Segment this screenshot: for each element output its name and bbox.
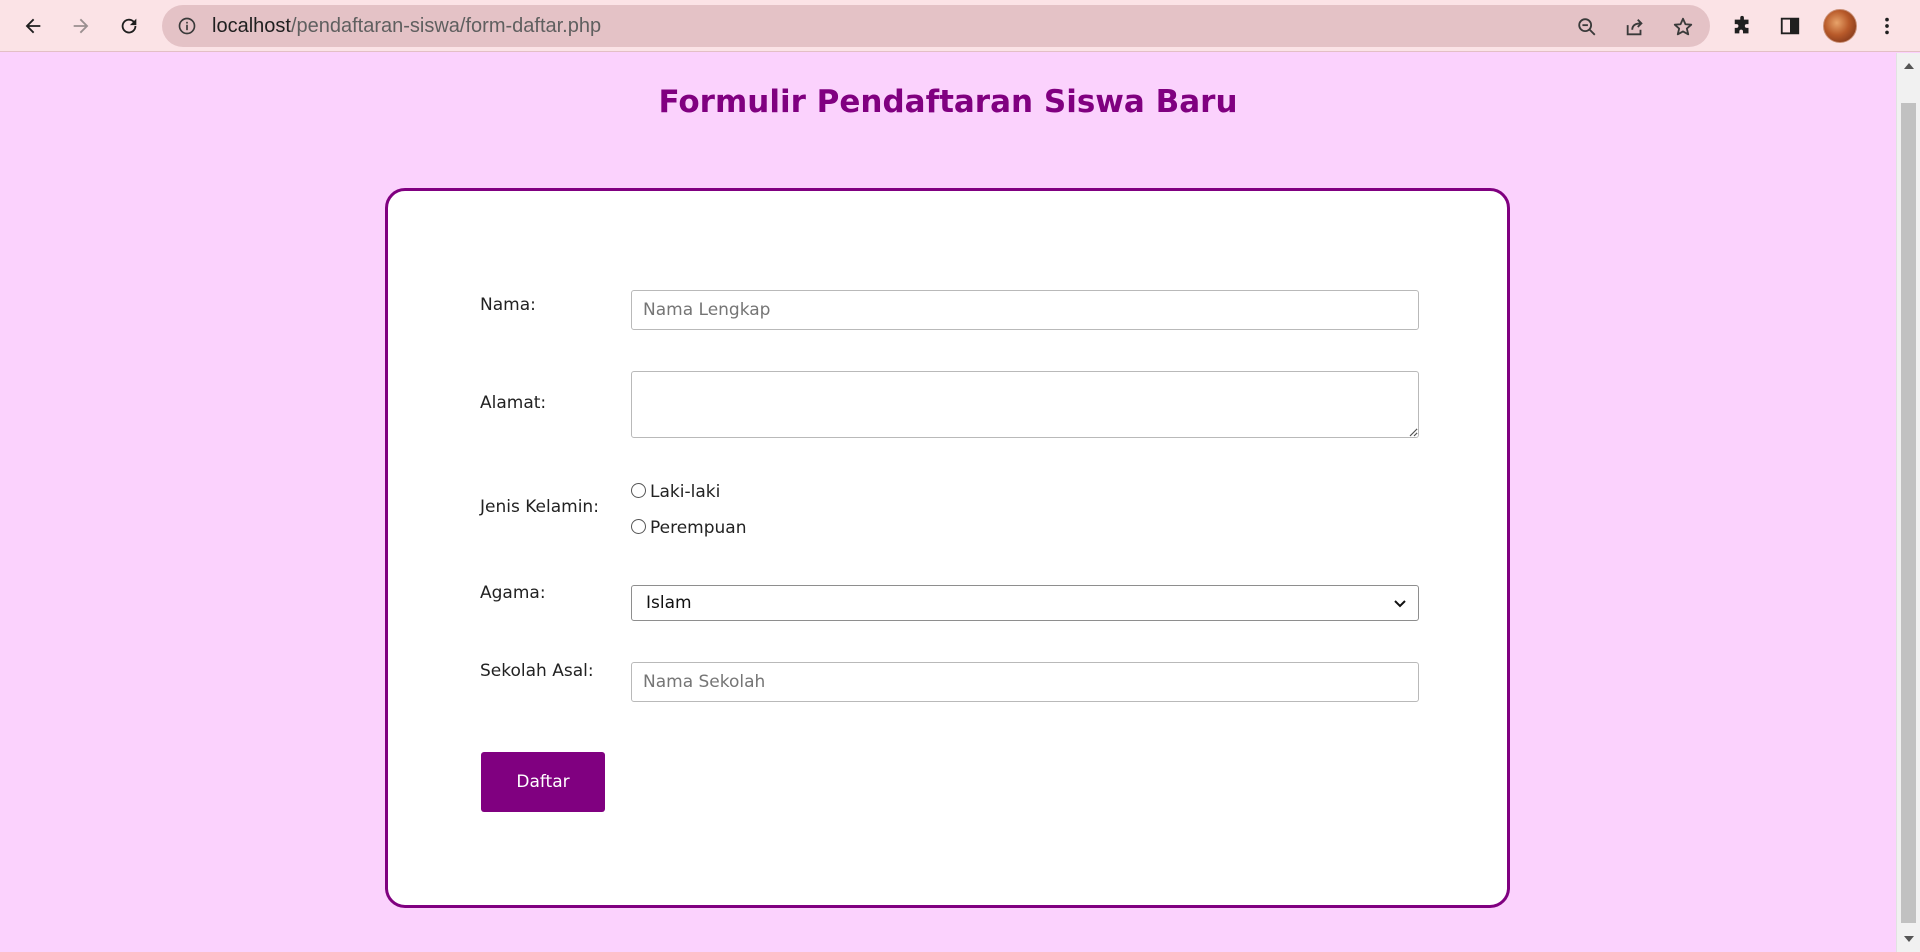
scroll-down-icon[interactable] [1904,936,1914,942]
agama-label: Agama: [480,583,546,603]
vertical-scrollbar[interactable] [1896,53,1920,952]
browser-toolbar: localhost/pendaftaran-siswa/form-daftar.… [0,0,1920,52]
page-title: Formulir Pendaftaran Siswa Baru [658,84,1238,120]
daftar-button[interactable]: Daftar [481,752,605,812]
agama-selected-value: Islam [646,593,692,613]
nama-label: Nama: [480,295,536,315]
radio-circle-icon[interactable] [631,518,646,534]
agama-select[interactable]: Islam [631,585,1419,621]
chevron-down-icon [1394,600,1406,608]
url-path: /pendaftaran-siswa/form-daftar.php [290,15,602,37]
site-info-icon[interactable] [176,15,198,37]
address-bar[interactable]: localhost/pendaftaran-siswa/form-daftar.… [162,5,1710,47]
radio-laki-laki[interactable]: Laki-laki [631,482,720,502]
profile-avatar[interactable] [1823,9,1857,43]
scroll-up-icon[interactable] [1904,63,1914,69]
extensions-icon[interactable] [1727,10,1759,42]
reload-button[interactable] [113,10,145,42]
alamat-textarea[interactable] [631,371,1419,438]
sekolah-asal-label: Sekolah Asal: [480,661,594,681]
scrollbar-thumb[interactable] [1901,103,1916,923]
nama-input[interactable] [631,290,1419,330]
forward-button[interactable] [65,10,97,42]
radio-perempuan[interactable]: Perempuan [631,518,747,538]
side-panel-icon[interactable] [1774,10,1806,42]
back-icon [25,18,41,34]
menu-kebab-icon[interactable] [1871,10,1903,42]
url-host: localhost [212,15,291,37]
radio-perempuan-label: Perempuan [650,518,747,538]
sekolah-asal-input[interactable] [631,662,1419,702]
forward-icon [73,18,89,34]
radio-circle-icon[interactable] [631,482,646,498]
registration-form: Nama: Alamat: Jenis Kelamin: Laki-laki P… [385,188,1510,908]
bookmark-star-icon[interactable] [1670,14,1696,40]
url-text[interactable]: localhost/pendaftaran-siswa/form-daftar.… [212,5,601,47]
zoom-icon[interactable] [1574,14,1600,40]
page-viewport: Formulir Pendaftaran Siswa Baru Nama: Al… [0,53,1896,952]
reload-icon [121,18,137,34]
radio-laki-laki-label: Laki-laki [650,482,721,502]
alamat-label: Alamat: [480,393,547,413]
back-button[interactable] [17,10,49,42]
resize-grip-icon[interactable] [1408,427,1418,437]
share-icon[interactable] [1622,14,1648,40]
jenis-kelamin-label: Jenis Kelamin: [480,497,599,517]
